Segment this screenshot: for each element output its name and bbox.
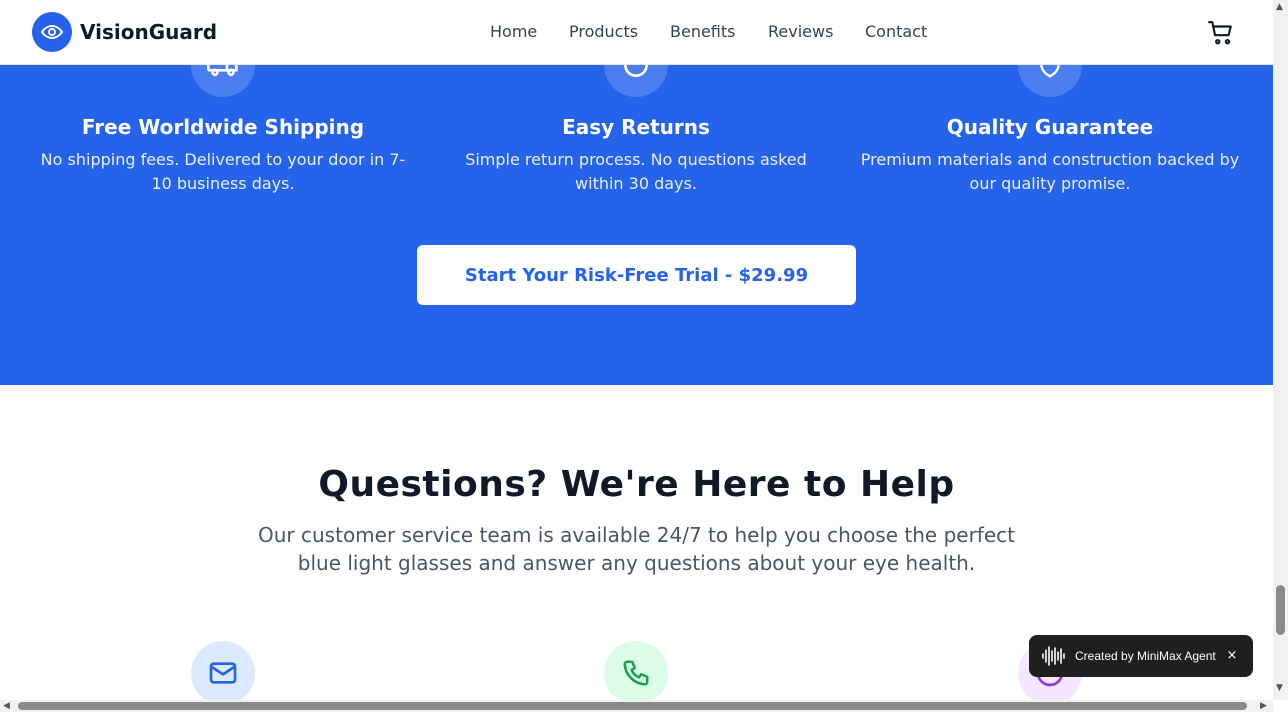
nav-products[interactable]: Products xyxy=(569,21,638,43)
site-header: VisionGuard Home Products Benefits Revie… xyxy=(0,0,1273,65)
soundwave-icon xyxy=(1041,645,1067,667)
help-title: Questions? We're Here to Help xyxy=(318,464,955,505)
feature-description-line: our quality promise. xyxy=(969,174,1131,193)
scroll-down-arrow-icon[interactable]: ▼ xyxy=(1276,683,1283,693)
main-nav: Home Products Benefits Reviews Contact xyxy=(0,21,1273,43)
page: Free Worldwide Shipping No shipping fees… xyxy=(0,0,1273,700)
scroll-right-arrow-icon[interactable]: ▶ xyxy=(1260,701,1267,711)
vertical-scrollbar-thumb[interactable] xyxy=(1276,585,1285,635)
feature-title: Free Worldwide Shipping xyxy=(81,115,365,139)
help-subtitle: Our customer service team is available 2… xyxy=(258,523,1015,575)
feature-description-line: Premium materials and construction backe… xyxy=(860,150,1240,169)
feature-title: Quality Guarantee xyxy=(946,115,1154,139)
horizontal-scrollbar-thumb[interactable] xyxy=(18,702,1247,710)
badge-text: Created by MiniMax Agent xyxy=(1075,649,1216,663)
scroll-left-arrow-icon[interactable]: ◀ xyxy=(3,701,10,711)
feature-description-line: within 30 days. xyxy=(575,174,697,193)
feature-title: Easy Returns xyxy=(562,115,710,139)
nav-contact[interactable]: Contact xyxy=(865,21,927,43)
mail-icon[interactable] xyxy=(191,641,255,700)
nav-home[interactable]: Home xyxy=(490,21,537,43)
created-by-badge[interactable]: Created by MiniMax Agent xyxy=(1029,635,1253,677)
nav-benefits[interactable]: Benefits xyxy=(670,21,736,43)
start-trial-button[interactable]: Start Your Risk-Free Trial - $29.99 xyxy=(417,245,856,305)
close-icon[interactable]: × xyxy=(1224,646,1240,666)
feature-description-line: 10 business days. xyxy=(151,174,295,193)
feature-description-line: Simple return process. No questions aske… xyxy=(465,150,807,169)
feature-description: Simple return process. No questions aske… xyxy=(429,148,843,196)
phone-icon[interactable] xyxy=(604,641,668,700)
feature-description: Premium materials and construction backe… xyxy=(843,148,1257,196)
feature-description: No shipping fees. Delivered to your door… xyxy=(16,148,430,196)
shopping-cart-icon[interactable] xyxy=(1208,20,1234,46)
scroll-up-arrow-icon[interactable]: ▲ xyxy=(1276,2,1283,12)
nav-reviews[interactable]: Reviews xyxy=(768,21,833,43)
feature-description-line: No shipping fees. Delivered to your door… xyxy=(40,150,406,169)
